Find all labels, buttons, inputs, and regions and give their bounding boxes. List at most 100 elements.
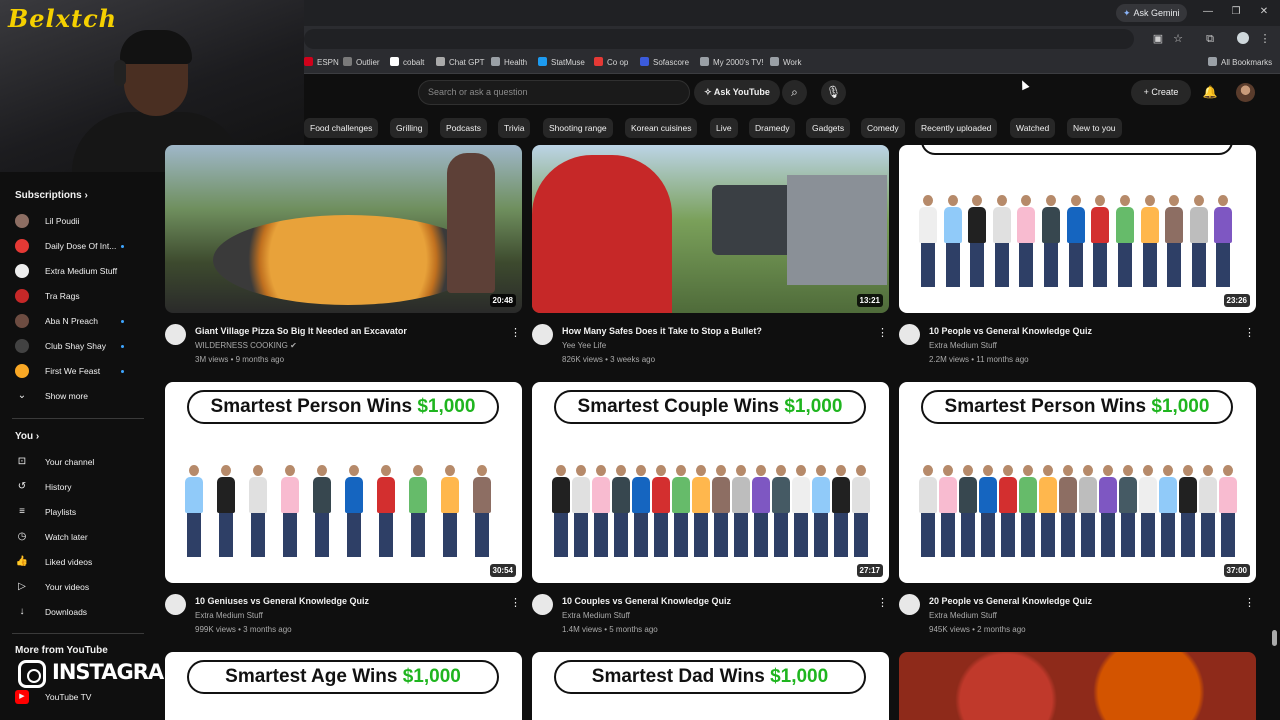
more-options-icon[interactable]: ⋮ (877, 326, 888, 340)
microphone-icon[interactable]: 🎙 (821, 80, 846, 105)
channel-avatar[interactable] (532, 324, 553, 345)
chip-filter[interactable]: Recently uploaded (915, 118, 998, 138)
channel-name[interactable]: Extra Medium Stuff (562, 611, 630, 620)
search-input[interactable]: Search or ask a question (418, 80, 690, 105)
channel-name[interactable]: Yee Yee Life (562, 341, 606, 350)
channel-avatar[interactable] (165, 594, 186, 615)
sidebar-item-subscription[interactable]: Extra Medium Stuff (15, 261, 145, 281)
search-icon[interactable]: ⌕ (782, 80, 807, 105)
sidebar-item-you[interactable]: ▷ Your videos (15, 577, 145, 597)
sidebar-item-subscription[interactable]: Aba N Preach (15, 311, 145, 331)
channel-avatar[interactable] (165, 324, 186, 345)
chip-filter[interactable]: Comedy (861, 118, 905, 138)
sidebar-item-label: Lil Poudii (45, 216, 80, 226)
sidebar-item-youtube-tv[interactable]: ▶ YouTube TV (15, 687, 145, 707)
bookmark-item[interactable]: My 2000's TV! (700, 56, 764, 70)
sidebar-item-you[interactable]: ⊡ Your channel (15, 452, 145, 472)
video-title[interactable]: 10 People vs General Knowledge Quiz (929, 326, 1092, 336)
more-options-icon[interactable]: ⋮ (877, 596, 888, 610)
sidebar-item-label: Your channel (45, 457, 95, 467)
address-bar[interactable] (304, 29, 1134, 49)
video-thumbnail[interactable]: Smartest Couple Wins $1,000 27:17 (532, 382, 889, 583)
duration-badge: 23:26 (1223, 294, 1250, 307)
video-thumbnail[interactable]: 23:26 (899, 145, 1256, 313)
sidebar-item-subscription[interactable]: Daily Dose Of Int... (15, 236, 145, 256)
channel-name[interactable]: WILDERNESS COOKING ✔ (195, 341, 297, 350)
sidebar-item-you[interactable]: 👍 Liked videos (15, 552, 145, 572)
chip-filter[interactable]: Watched (1010, 118, 1056, 138)
chip-filter[interactable]: Grilling (390, 118, 429, 138)
you-heading[interactable]: You › (15, 431, 39, 442)
channel-avatar[interactable] (532, 594, 553, 615)
browser-menu-icon[interactable]: ⋮ (1257, 31, 1273, 47)
channel-name[interactable]: Extra Medium Stuff (929, 341, 997, 350)
chip-filter[interactable]: Korean cuisines (625, 118, 698, 138)
video-thumbnail[interactable]: Smartest Dad Wins $1,000 (532, 652, 889, 720)
bookmark-star-icon[interactable]: ☆ (1170, 31, 1186, 47)
all-bookmarks-button[interactable]: All Bookmarks (1208, 56, 1272, 70)
close-icon[interactable]: ✕ (1256, 4, 1272, 20)
cast-icon[interactable]: ▣ (1150, 31, 1166, 47)
chip-filter[interactable]: Food challenges (304, 118, 379, 138)
more-options-icon[interactable]: ⋮ (1244, 596, 1255, 610)
video-title[interactable]: Giant Village Pizza So Big It Needed an … (195, 326, 407, 336)
bookmark-item[interactable]: Outlier (343, 56, 380, 70)
channel-avatar[interactable] (899, 594, 920, 615)
video-title[interactable]: How Many Safes Does it Take to Stop a Bu… (562, 326, 762, 336)
video-thumbnail[interactable]: Smartest Age Wins $1,000 (165, 652, 522, 720)
sidebar-item-subscription[interactable]: First We Feast (15, 361, 145, 381)
ask-gemini-button[interactable]: ✦ Ask Gemini (1116, 4, 1187, 22)
bookmark-item[interactable]: Co op (594, 56, 628, 70)
bookmark-item[interactable]: cobalt (390, 56, 424, 70)
ask-youtube-button[interactable]: ✧ Ask YouTube (694, 80, 780, 105)
subscriptions-heading[interactable]: Subscriptions › (15, 190, 88, 201)
chip-filter[interactable]: Podcasts (440, 118, 487, 138)
video-title[interactable]: 10 Couples vs General Knowledge Quiz (562, 596, 731, 606)
bookmark-item[interactable]: Sofascore (640, 56, 689, 70)
restore-icon[interactable]: ❐ (1228, 4, 1244, 20)
more-options-icon[interactable]: ⋮ (1244, 326, 1255, 340)
more-options-icon[interactable]: ⋮ (510, 326, 521, 340)
video-thumbnail[interactable]: 20:48 (165, 145, 522, 313)
chip-filter[interactable]: Trivia (498, 118, 531, 138)
chip-filter[interactable]: New to you (1067, 118, 1122, 138)
sidebar-item-you[interactable]: ≡ Playlists (15, 502, 145, 522)
banner-edge (921, 145, 1233, 155)
video-title[interactable]: 20 People vs General Knowledge Quiz (929, 596, 1092, 606)
contestant-head (776, 465, 786, 476)
page-scrollbar[interactable] (1272, 630, 1277, 646)
browser-profile-avatar[interactable] (1237, 32, 1249, 44)
extensions-icon[interactable]: ⧉ (1202, 31, 1218, 47)
sidebar-item-subscription[interactable]: Tra Rags (15, 286, 145, 306)
sidebar-item-subscription[interactable]: Lil Poudii (15, 211, 145, 231)
create-button[interactable]: + Create (1131, 80, 1191, 105)
video-thumbnail[interactable]: 13:21 (532, 145, 889, 313)
channel-avatar[interactable] (899, 324, 920, 345)
chip-filter[interactable]: Shooting range (543, 118, 613, 138)
avatar[interactable] (1236, 83, 1255, 102)
channel-name[interactable]: Extra Medium Stuff (929, 611, 997, 620)
video-thumbnail[interactable]: Smartest Person Wins $1,000 37:00 (899, 382, 1256, 583)
video-thumbnail[interactable]: Smartest Person Wins $1,000 30:54 (165, 382, 522, 583)
sidebar-item-you[interactable]: ◷ Watch later (15, 527, 145, 547)
host-figure (532, 155, 672, 313)
sidebar-item-you[interactable]: ↓ Downloads (15, 602, 145, 622)
duration-badge: 20:48 (489, 294, 516, 307)
minimize-icon[interactable]: — (1200, 4, 1216, 20)
bookmark-item[interactable]: StatMuse (538, 56, 585, 70)
bookmark-item[interactable]: ESPN (304, 56, 339, 70)
sidebar-item-you[interactable]: ↺ History (15, 477, 145, 497)
show-more-button[interactable]: ⌄ Show more (15, 386, 145, 406)
video-title[interactable]: 10 Geniuses vs General Knowledge Quiz (195, 596, 369, 606)
video-thumbnail[interactable] (899, 652, 1256, 720)
more-options-icon[interactable]: ⋮ (510, 596, 521, 610)
chip-filter[interactable]: Live (710, 118, 738, 138)
bell-icon[interactable]: 🔔 (1200, 82, 1220, 102)
channel-name[interactable]: Extra Medium Stuff (195, 611, 263, 620)
sidebar-item-subscription[interactable]: Club Shay Shay (15, 336, 145, 356)
chip-filter[interactable]: Dramedy (749, 118, 796, 138)
bookmark-item[interactable]: Health (491, 56, 527, 70)
chip-filter[interactable]: Gadgets (806, 118, 851, 138)
bookmark-item[interactable]: Work (770, 56, 802, 70)
bookmark-item[interactable]: Chat GPT (436, 56, 485, 70)
